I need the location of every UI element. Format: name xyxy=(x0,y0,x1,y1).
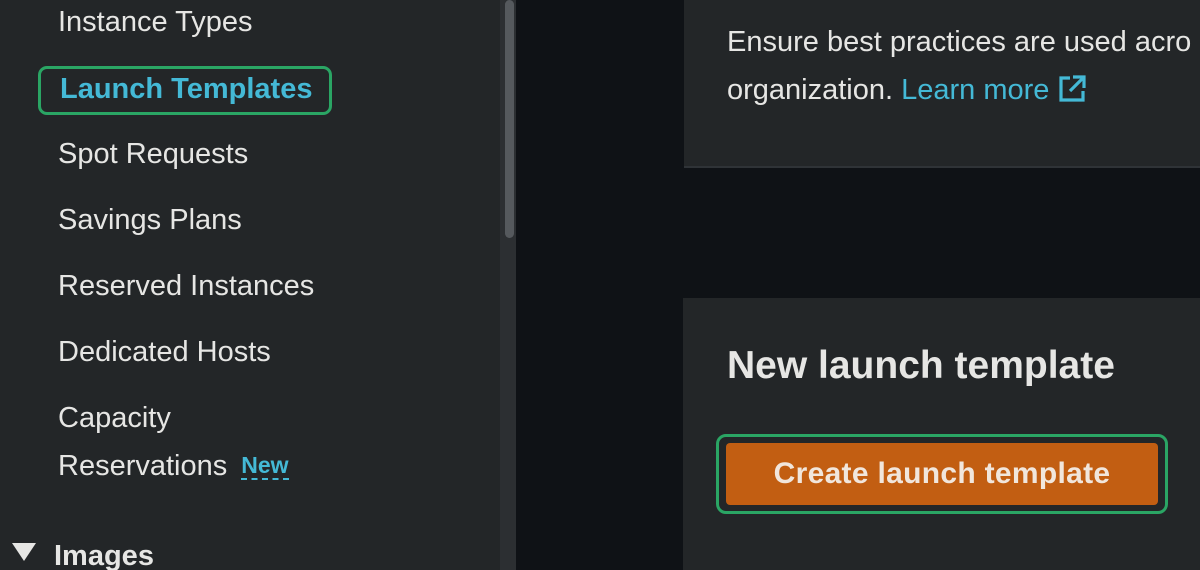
learn-more-label: Learn more xyxy=(901,74,1050,106)
sidebar-item-label: Reserved Instances xyxy=(58,270,315,302)
new-launch-template-card: New launch template Create launch templa… xyxy=(683,298,1200,570)
sidebar-section-images[interactable]: Images xyxy=(12,537,154,570)
sidebar-scrollbar-thumb[interactable] xyxy=(505,0,514,238)
card-title: New launch template xyxy=(727,344,1115,387)
sidebar-item-savings-plans[interactable]: Savings Plans xyxy=(58,203,242,237)
sidebar-item-spot-requests[interactable]: Spot Requests xyxy=(58,137,248,171)
sidebar-item-label: Savings Plans xyxy=(58,204,242,236)
sidebar-item-instance-types[interactable]: Instance Types xyxy=(58,5,253,39)
main-content: Ensure best practices are used acro orga… xyxy=(516,0,1200,570)
sidebar-item-dedicated-hosts[interactable]: Dedicated Hosts xyxy=(58,335,271,369)
create-button-focus-outline: Create launch template xyxy=(716,434,1168,514)
sidebar-item-label-line1: Capacity xyxy=(58,402,171,434)
sidebar-item-reserved-instances[interactable]: Reserved Instances xyxy=(58,269,314,303)
learn-more-link[interactable]: Learn more xyxy=(901,74,1087,106)
new-badge: New xyxy=(241,452,289,480)
sidebar-item-label-line2: Reservations xyxy=(58,450,228,482)
sidebar-item-launch-templates[interactable]: Launch Templates xyxy=(38,66,333,115)
sidebar-item-capacity-reservations[interactable]: Capacity Reservations New xyxy=(58,394,289,490)
info-card: Ensure best practices are used acro orga… xyxy=(684,0,1200,168)
caret-down-icon xyxy=(12,543,36,561)
info-card-text: Ensure best practices are used acro orga… xyxy=(727,18,1191,119)
sidebar-item-label: Dedicated Hosts xyxy=(58,336,271,368)
info-text-line2: organization. xyxy=(727,74,894,106)
sidebar-section-label: Images xyxy=(54,540,154,570)
sidebar-item-label: Instance Types xyxy=(58,6,253,38)
sidebar-item-label: Spot Requests xyxy=(58,138,249,170)
sidebar-item-label: Launch Templates xyxy=(60,73,313,105)
sidebar-nav: Instance Types Launch Templates Spot Req… xyxy=(0,0,500,570)
info-text-line1: Ensure best practices are used acro xyxy=(727,26,1192,58)
create-launch-template-button[interactable]: Create launch template xyxy=(726,443,1158,505)
ec2-console: Instance Types Launch Templates Spot Req… xyxy=(0,0,1200,570)
external-link-icon xyxy=(1057,71,1087,119)
